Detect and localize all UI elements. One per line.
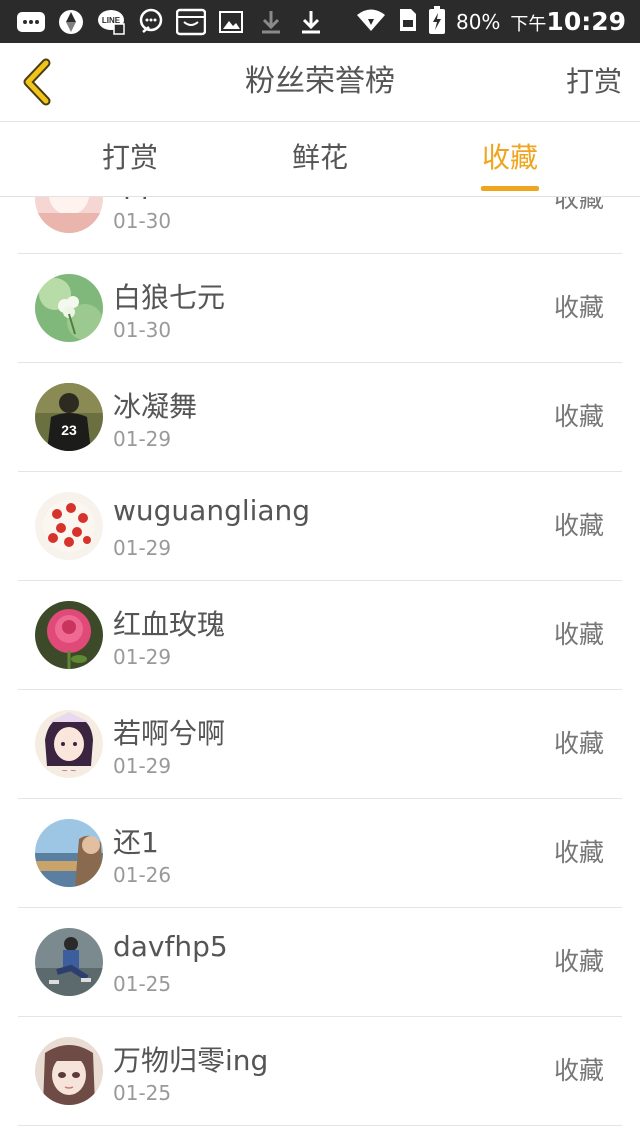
user-name: davfhp5 <box>113 930 228 963</box>
anime-face-avatar-icon <box>35 1037 103 1105</box>
clock-time: 10:29 <box>546 7 626 36</box>
avatar <box>35 819 103 887</box>
tab-label: 鲜花 <box>291 141 348 174</box>
list-item[interactable]: 白狼七元 01-30 收藏 <box>18 254 622 363</box>
inbox-icon <box>176 7 206 37</box>
jersey-avatar-icon: 23 <box>35 383 103 451</box>
strawberry-cake-avatar-icon <box>35 492 103 560</box>
list-item[interactable]: 万物归零ing 01-25 收藏 <box>18 1017 622 1126</box>
list-item[interactable]: wuguangliang 01-29 收藏 <box>18 472 622 581</box>
user-name: 还1 <box>113 826 159 859</box>
action-type-label: 收藏 <box>553 293 604 322</box>
list-item[interactable]: 23 冰凝舞 01-29 收藏 <box>18 363 622 472</box>
chevron-left-icon <box>23 58 51 106</box>
favorite-date: 01-30 <box>113 318 172 342</box>
action-type-label: 收藏 <box>553 838 604 867</box>
download-icon <box>256 7 286 37</box>
user-name: 红血玫瑰 <box>113 608 226 641</box>
favorite-date: 01-29 <box>113 754 172 778</box>
action-type-label: 收藏 <box>553 511 604 540</box>
favorite-date: 01-29 <box>113 645 172 669</box>
user-name: qq7890 <box>113 197 220 200</box>
reward-button[interactable]: 打赏 <box>566 43 622 121</box>
favorite-date: 01-29 <box>113 427 172 451</box>
avatar: ~ ~ <box>35 710 103 778</box>
favorite-date: 01-29 <box>113 536 172 560</box>
tab-label: 收藏 <box>481 141 538 174</box>
aperture-icon <box>56 7 86 37</box>
tab-bar: 打赏 鲜花 收藏 <box>0 122 640 197</box>
list-item[interactable]: davfhp5 01-25 收藏 <box>18 908 622 1017</box>
cake-avatar-icon <box>35 197 103 233</box>
user-name: 若啊兮啊 <box>113 717 226 750</box>
download-icon <box>296 7 326 37</box>
gallery-icon <box>216 7 246 37</box>
list-item[interactable]: 红血玫瑰 01-29 收藏 <box>18 581 622 690</box>
wifi-icon <box>356 7 386 37</box>
list-item[interactable]: 还1 01-26 收藏 <box>18 799 622 908</box>
avatar <box>35 928 103 996</box>
active-tab-indicator <box>481 186 539 191</box>
chat-bubble-icon <box>136 7 166 37</box>
action-type-label: 收藏 <box>553 402 604 431</box>
avatar <box>35 197 103 233</box>
action-type-label: 收藏 <box>553 729 604 758</box>
person-sitting-avatar-icon <box>35 928 103 996</box>
favorite-date: 01-26 <box>113 863 172 887</box>
notification-icons: LINE <box>16 6 326 37</box>
system-status: 80% 下午10:29 <box>356 0 626 43</box>
favorite-date: 01-30 <box>113 209 172 233</box>
seaside-avatar-icon <box>35 819 103 887</box>
list-item[interactable]: qq7890 01-30 收藏 <box>18 197 622 254</box>
avatar <box>35 601 103 669</box>
top-bar: 粉丝荣誉榜 打赏 <box>0 43 640 122</box>
anime-girl-avatar-icon: ~ ~ <box>35 710 103 778</box>
favorite-date: 01-25 <box>113 972 172 996</box>
line-app-icon: LINE <box>96 7 126 37</box>
tab-reward[interactable]: 打赏 <box>70 122 190 196</box>
user-name: 万物归零ing <box>113 1044 269 1077</box>
status-bar: LINE 80% 下午10:29 <box>0 0 640 43</box>
list-item[interactable]: ~ ~ 若啊兮啊 01-29 收藏 <box>18 690 622 799</box>
battery-percent: 80% <box>455 9 501 34</box>
tab-flowers[interactable]: 鲜花 <box>260 122 380 196</box>
favorite-date: 01-25 <box>113 1081 172 1105</box>
tab-favorites[interactable]: 收藏 <box>450 122 570 196</box>
action-type-label: 收藏 <box>553 197 604 213</box>
battery-icon <box>428 5 446 39</box>
user-name: wuguangliang <box>113 494 311 527</box>
fan-list[interactable]: qq7890 01-30 收藏 白狼七元 01-30 收藏 23 冰凝舞 01-… <box>0 197 640 1138</box>
action-type-label: 收藏 <box>553 947 604 976</box>
user-name: 白狼七元 <box>113 281 226 314</box>
time-period: 下午 <box>510 14 547 35</box>
avatar <box>35 492 103 560</box>
avatar: 23 <box>35 383 103 451</box>
back-button[interactable] <box>12 55 62 109</box>
tab-label: 打赏 <box>101 141 158 174</box>
page-title: 粉丝荣誉榜 <box>245 64 395 99</box>
avatar <box>35 1037 103 1105</box>
sim-card-icon <box>396 7 418 37</box>
avatar <box>35 274 103 342</box>
rose-avatar-icon <box>35 601 103 669</box>
action-type-label: 收藏 <box>553 620 604 649</box>
flower-avatar-icon <box>35 274 103 342</box>
user-name: 冰凝舞 <box>113 390 198 423</box>
svg-text:~ ~: ~ ~ <box>62 766 77 777</box>
action-type-label: 收藏 <box>553 1056 604 1085</box>
message-icon <box>16 7 46 37</box>
svg-text:23: 23 <box>61 422 77 438</box>
